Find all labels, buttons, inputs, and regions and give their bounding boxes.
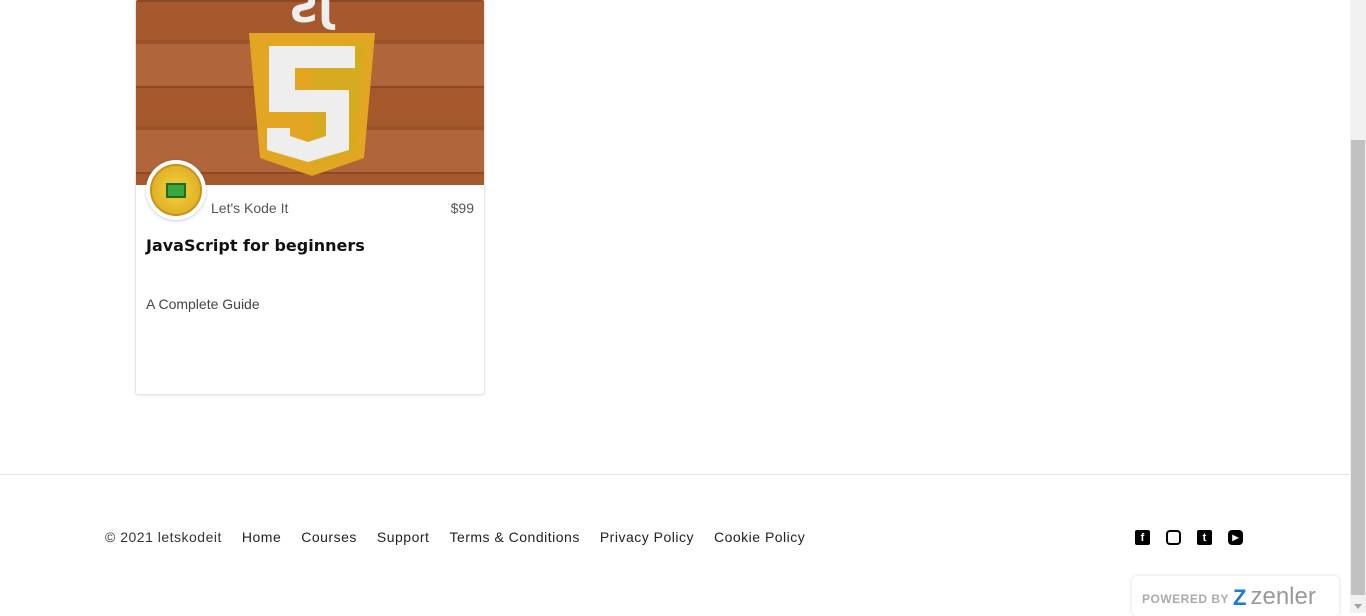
powered-by-zenler[interactable]: POWERED BY Z zenler (1132, 576, 1339, 616)
course-title[interactable]: JavaScript for beginners (146, 236, 365, 255)
footer-link-home[interactable]: Home (242, 529, 281, 545)
copyright: © 2021 letskodeit (105, 529, 222, 545)
author-avatar (146, 160, 206, 220)
course-author: Let's Kode It (211, 200, 289, 216)
js-logo-icon: JS (249, 0, 375, 176)
instagram-icon[interactable] (1166, 530, 1181, 545)
scrollbar[interactable] (1350, 0, 1366, 613)
footer-link-courses[interactable]: Courses (301, 529, 357, 545)
course-subtitle: A Complete Guide (146, 296, 260, 312)
svg-text:JS: JS (289, 0, 336, 32)
facebook-icon[interactable]: f (1135, 530, 1150, 545)
powered-by-label: POWERED BY (1142, 592, 1230, 606)
scrollbar-thumb[interactable] (1351, 140, 1365, 595)
footer-divider (0, 474, 1350, 475)
zenler-logo-icon: Z (1233, 585, 1247, 610)
course-card[interactable]: JS Let's Kode It $99 JavaScript for begi… (135, 0, 485, 395)
footer-nav: © 2021 letskodeit Home Courses Support T… (105, 529, 805, 545)
footer-link-cookie[interactable]: Cookie Policy (714, 529, 805, 545)
course-thumbnail[interactable]: JS (136, 0, 484, 185)
footer-link-support[interactable]: Support (377, 529, 430, 545)
scroll-down-arrow-icon[interactable] (1354, 604, 1362, 609)
footer-link-terms[interactable]: Terms & Conditions (449, 529, 579, 545)
footer-link-privacy[interactable]: Privacy Policy (600, 529, 694, 545)
twitter-icon[interactable]: t (1197, 530, 1212, 545)
youtube-icon[interactable]: ▶ (1228, 530, 1243, 545)
zenler-brand: zenler (1250, 583, 1316, 610)
social-links: f t ▶ (1135, 530, 1243, 545)
course-price: $99 (450, 200, 474, 216)
